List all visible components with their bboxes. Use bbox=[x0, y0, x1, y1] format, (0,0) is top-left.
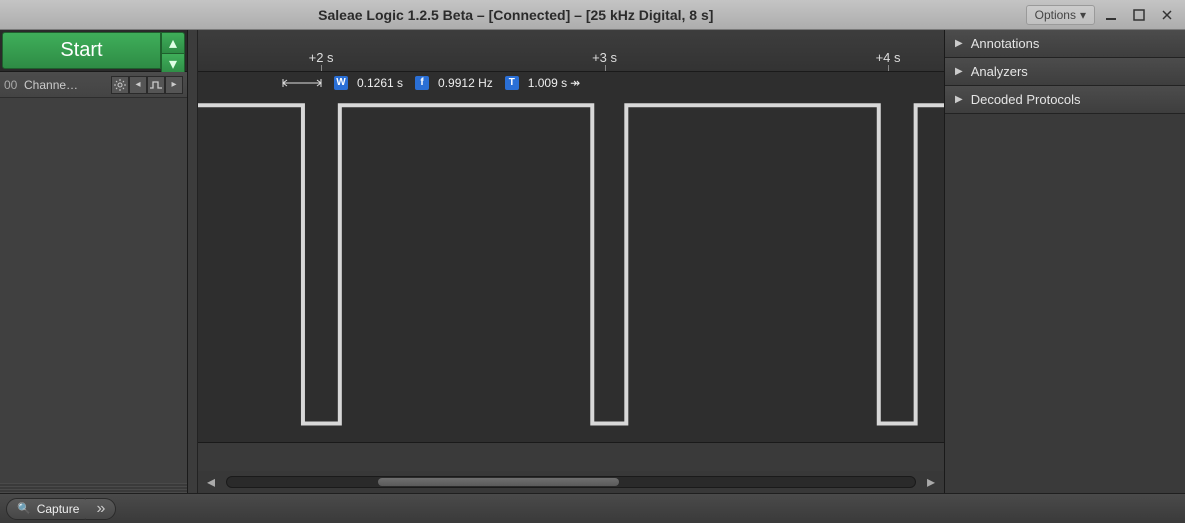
annotations-label: Annotations bbox=[971, 36, 1040, 51]
next-tab-button[interactable]: » bbox=[86, 498, 116, 520]
capture-tab-label: Capture bbox=[37, 502, 80, 516]
start-up-button[interactable]: ▴ bbox=[161, 32, 185, 53]
disclosure-triangle-icon: ▶ bbox=[955, 38, 963, 49]
left-column: Start ▴ ▾ 00 Channe… ◂ ▸ bbox=[0, 30, 188, 493]
waveform-area[interactable]: W 0.1261 s f 0.9912 Hz T 1.009 s ↠ bbox=[198, 72, 944, 443]
time-tick bbox=[888, 65, 889, 71]
time-label: +4 s bbox=[876, 50, 901, 65]
disclosure-triangle-icon: ▶ bbox=[955, 94, 963, 105]
minimize-button[interactable] bbox=[1099, 5, 1123, 25]
annotations-panel-header[interactable]: ▶ Annotations bbox=[945, 30, 1185, 58]
main-area: Start ▴ ▾ 00 Channe… ◂ ▸ bbox=[0, 30, 1185, 493]
titlebar: Saleae Logic 1.2.5 Beta – [Connected] – … bbox=[0, 0, 1185, 30]
disclosure-triangle-icon: ▶ bbox=[955, 66, 963, 77]
horizontal-scrollbar[interactable]: ◂ ▸ bbox=[198, 471, 944, 493]
resize-handle[interactable] bbox=[0, 483, 187, 493]
start-button[interactable]: Start bbox=[2, 32, 161, 69]
maximize-button[interactable] bbox=[1127, 5, 1151, 25]
gear-icon[interactable] bbox=[111, 76, 129, 94]
channel-list: 00 Channe… ◂ ▸ bbox=[0, 72, 187, 483]
pulse-icon[interactable] bbox=[147, 76, 165, 94]
options-button[interactable]: Options ▾ bbox=[1026, 5, 1095, 25]
scroll-track[interactable] bbox=[226, 476, 916, 488]
right-column: ▶ Annotations ▶ Analyzers ▶ Decoded Prot… bbox=[945, 30, 1185, 493]
time-tick bbox=[321, 65, 322, 71]
scroll-right-icon[interactable]: ▸ bbox=[924, 475, 938, 489]
channel-index: 00 bbox=[4, 78, 24, 92]
channel-buttons: ◂ ▸ bbox=[111, 76, 183, 94]
scroll-left-icon[interactable]: ◂ bbox=[204, 475, 218, 489]
start-row: Start ▴ ▾ bbox=[0, 30, 187, 72]
scroll-thumb[interactable] bbox=[378, 478, 619, 486]
close-button[interactable] bbox=[1155, 5, 1179, 25]
waveform-footer-gap bbox=[198, 443, 944, 471]
center-column: +2 s +3 s +4 s W 0.1261 s f 0.9912 Hz T … bbox=[188, 30, 945, 493]
waveform-plot bbox=[198, 72, 944, 442]
decoded-label: Decoded Protocols bbox=[971, 92, 1081, 107]
next-edge-icon[interactable]: ▸ bbox=[165, 76, 183, 94]
footer: 🔍 Capture » bbox=[0, 493, 1185, 523]
analyzers-label: Analyzers bbox=[971, 64, 1028, 79]
prev-edge-icon[interactable]: ◂ bbox=[129, 76, 147, 94]
channel-row[interactable]: 00 Channe… ◂ ▸ bbox=[0, 72, 187, 98]
magnifier-icon: 🔍 bbox=[17, 502, 31, 515]
channel-name: Channe… bbox=[24, 78, 111, 92]
chevron-down-icon: ▾ bbox=[1080, 8, 1086, 22]
decoded-protocols-panel-header[interactable]: ▶ Decoded Protocols bbox=[945, 86, 1185, 114]
time-label: +3 s bbox=[592, 50, 617, 65]
timeline-ruler[interactable]: +2 s +3 s +4 s bbox=[198, 30, 944, 72]
analyzers-panel-header[interactable]: ▶ Analyzers bbox=[945, 58, 1185, 86]
options-label: Options bbox=[1035, 8, 1076, 22]
time-tick bbox=[605, 65, 606, 71]
glyph-gutter bbox=[188, 30, 198, 493]
start-spinner: ▴ ▾ bbox=[161, 32, 185, 69]
time-label: +2 s bbox=[309, 50, 334, 65]
window-title: Saleae Logic 1.2.5 Beta – [Connected] – … bbox=[6, 7, 1026, 23]
capture-tab[interactable]: 🔍 Capture bbox=[6, 498, 94, 520]
